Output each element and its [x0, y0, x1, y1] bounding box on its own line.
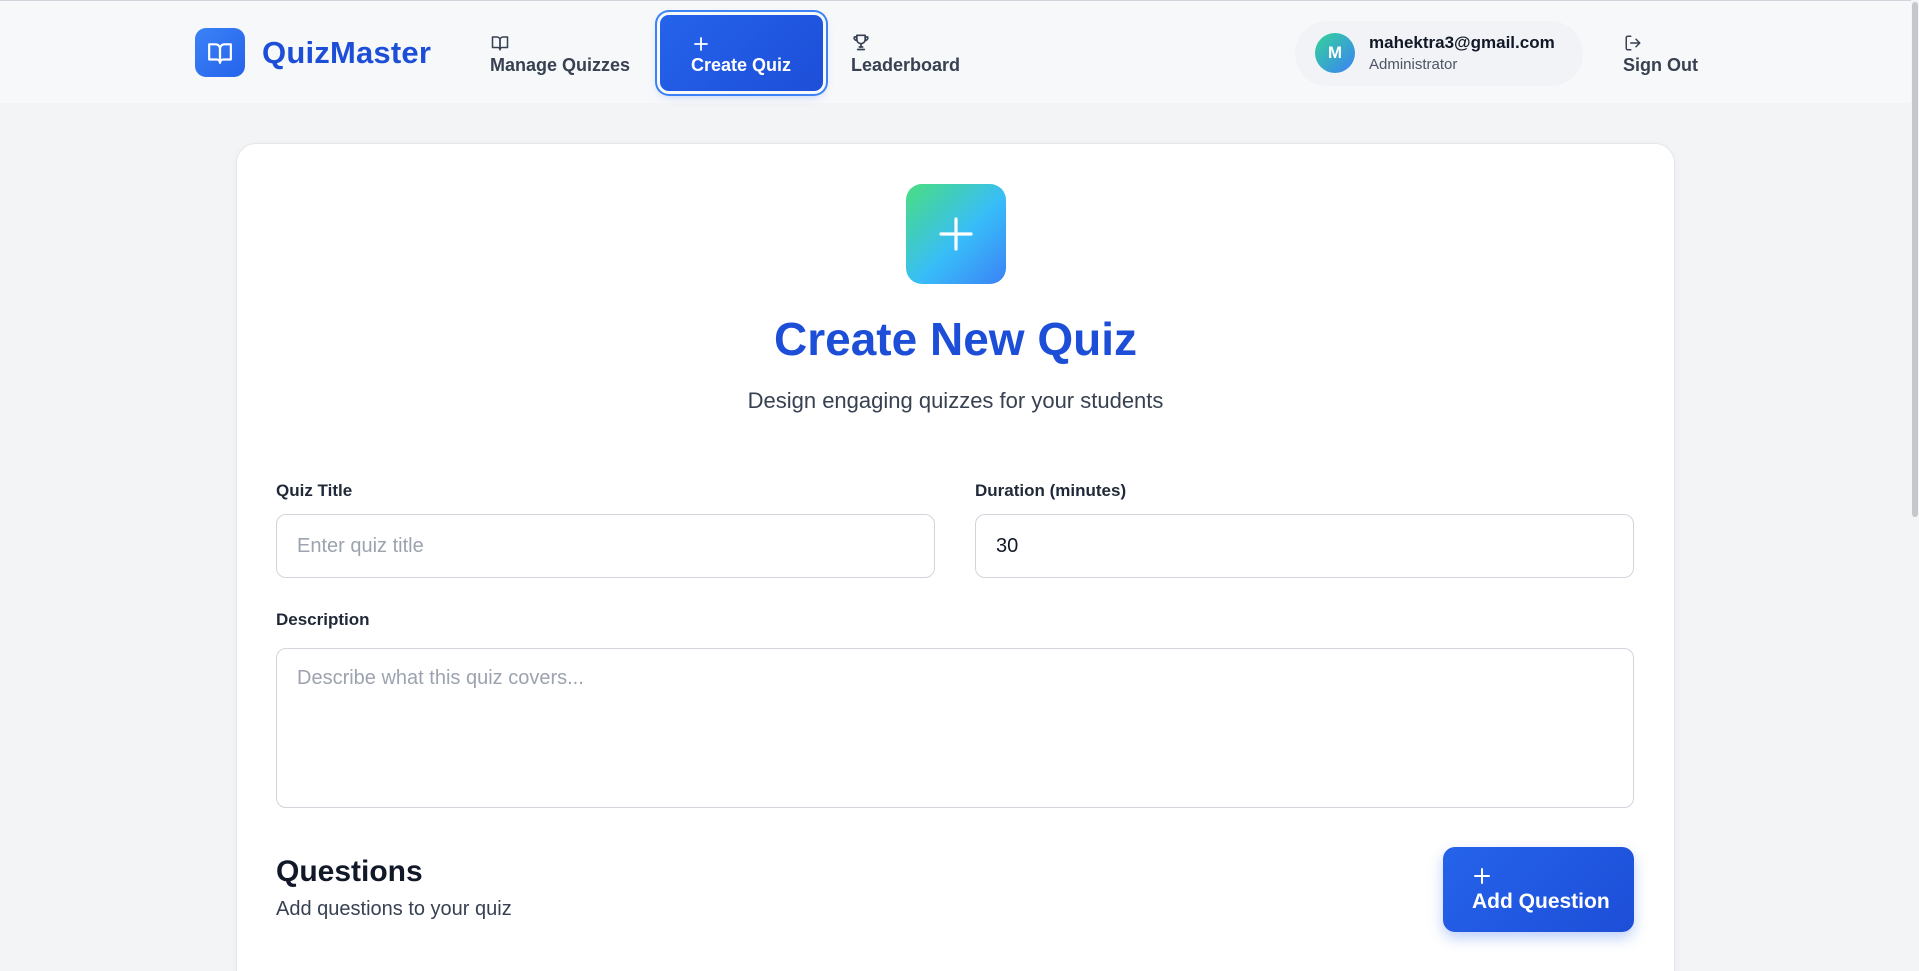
book-open-icon [490, 30, 630, 52]
description-textarea[interactable] [276, 648, 1634, 808]
add-question-label: Add Question [1472, 890, 1610, 913]
sign-out-button[interactable]: Sign Out [1623, 15, 1698, 91]
nav-leaderboard-label: Leaderboard [851, 55, 961, 75]
brand[interactable]: QuizMaster [195, 28, 431, 77]
questions-title: Questions [276, 855, 423, 888]
scrollbar-thumb[interactable] [1912, 2, 1918, 517]
nav-manage-quizzes-label: Manage Quizzes [490, 55, 631, 75]
plus-icon [693, 30, 709, 52]
trophy-icon [851, 30, 960, 52]
questions-subtitle: Add questions to your quiz [276, 898, 512, 920]
page-subtitle: Design engaging quizzes for your student… [747, 388, 1164, 413]
plus-icon [1473, 865, 1491, 887]
user-role: Administrator [1369, 56, 1458, 73]
brand-name: QuizMaster [262, 34, 432, 70]
create-quiz-card: Create New Quiz Design engaging quizzes … [236, 143, 1675, 971]
nav-leaderboard[interactable]: Leaderboard [851, 15, 960, 91]
add-question-button[interactable]: Add Question [1443, 847, 1634, 932]
description-label: Description [276, 610, 370, 629]
user-profile[interactable]: M mahektra3@gmail.com Administrator [1295, 21, 1583, 86]
nav-create-quiz-label: Create Quiz [691, 55, 792, 75]
log-out-icon [1623, 30, 1698, 52]
avatar: M [1315, 33, 1355, 73]
sign-out-label: Sign Out [1623, 55, 1698, 75]
page-title: Create New Quiz [774, 313, 1137, 365]
quiz-title-label: Quiz Title [276, 481, 353, 500]
duration-label: Duration (minutes) [975, 481, 1127, 500]
plus-icon [906, 184, 1006, 284]
nav-create-quiz[interactable]: Create Quiz [660, 15, 823, 91]
user-email: mahektra3@gmail.com [1369, 33, 1555, 52]
nav-manage-quizzes[interactable]: Manage Quizzes [490, 15, 630, 91]
top-navbar: QuizMaster Manage Quizzes Create Quiz Le… [0, 0, 1919, 103]
duration-input[interactable] [975, 514, 1634, 578]
quiz-title-input[interactable] [276, 514, 935, 578]
book-open-icon [195, 28, 245, 77]
